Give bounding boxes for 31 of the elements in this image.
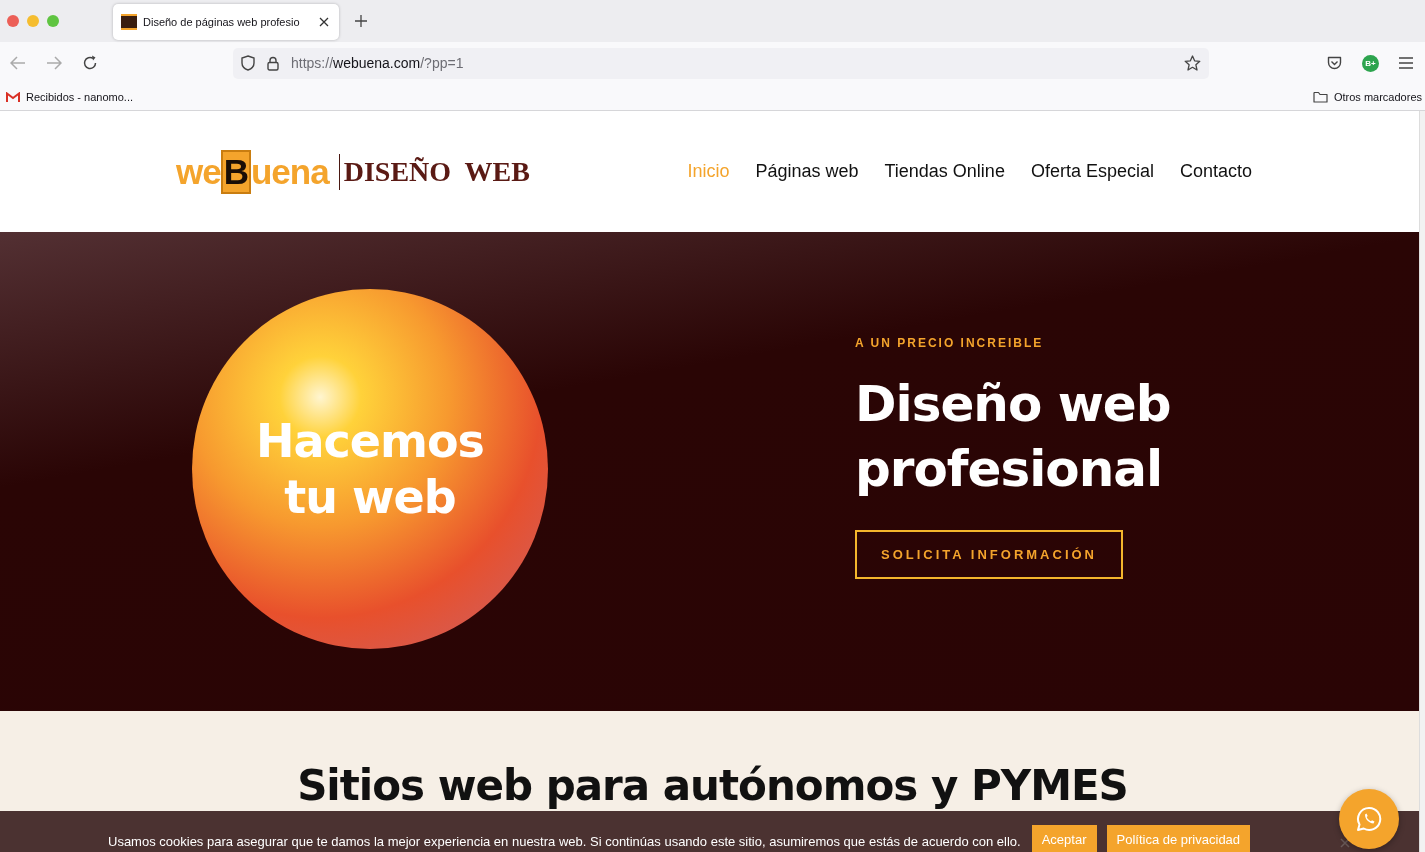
star-icon[interactable] — [1184, 55, 1201, 71]
shield-icon — [241, 55, 255, 71]
favicon-icon — [121, 14, 137, 30]
nav-link[interactable]: Oferta Especial — [1030, 161, 1154, 182]
close-icon[interactable] — [319, 17, 329, 27]
eyebrow-text: A UN PRECIO INCREIBLE — [855, 336, 1044, 350]
lock-icon — [267, 55, 279, 71]
mail-icon — [6, 91, 20, 103]
tab-title: Diseño de páginas web profesio — [143, 16, 301, 28]
site-logo[interactable]: weBuena DISEÑO WEB — [176, 149, 530, 194]
section-title: Sitios web para autónomos y PYMES — [297, 763, 1128, 809]
url-text: https://webuena.com/?pp=1 — [291, 55, 464, 71]
sphere-text: Hacemos tu web — [256, 413, 484, 525]
window-control-icon[interactable] — [7, 15, 19, 27]
cookie-message: Usamos cookies para asegurar que te damos la mejor experiencia en nuestra web. Si continúas usando este sitio, asumiremos que estás de acuerdo con ello. — [108, 834, 1021, 851]
menu-icon[interactable] — [1399, 57, 1413, 69]
hero-title: Diseño web profesional — [855, 374, 1171, 500]
chat-bubble-icon — [1356, 806, 1382, 832]
request-info-button[interactable]: SOLICITA INFORMACIÓN — [855, 530, 1123, 579]
reload-icon[interactable] — [82, 55, 98, 71]
close-icon[interactable] — [1340, 838, 1351, 848]
pocket-icon[interactable] — [1327, 56, 1342, 70]
nav-link[interactable]: Contacto — [1179, 161, 1252, 182]
browser-tab[interactable]: Diseño de páginas web profesio — [113, 4, 339, 40]
bookmark-item[interactable]: Recibidos - nanomo... — [6, 91, 133, 103]
folder-icon — [1312, 91, 1328, 103]
nav-link[interactable]: Tiendas Online — [884, 161, 1005, 182]
bookmark-folder[interactable]: Otros marcadores — [1312, 91, 1422, 103]
nav-link[interactable]: Páginas web — [755, 161, 859, 182]
new-tab-icon[interactable] — [355, 15, 367, 27]
address-bar[interactable]: https://webuena.com/?pp=1 — [233, 47, 1209, 79]
